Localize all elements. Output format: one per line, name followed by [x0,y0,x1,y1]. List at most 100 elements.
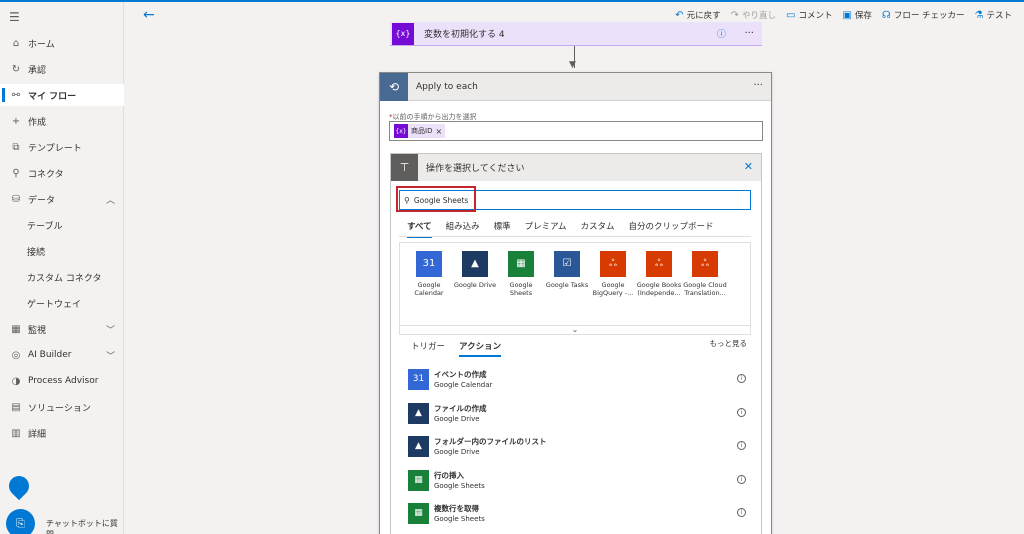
see-more-link[interactable]: もっと見る [710,338,748,349]
choose-operation-panel: ⊤ 操作を選択してください ✕ ⚲ すべて 組み込み 標準 プレミアム カスタム… [390,153,762,534]
connector-label: Google Cloud [683,281,727,289]
toolbar: ↶ 元に戻す ↷ やり直し ▭ コメント ▣ 保存 ☊ フロー チェッカー ⚗ テスト [675,9,1012,22]
sidebar-item-label: マイ フロー [28,91,77,102]
flow-checker-button[interactable]: ☊ フロー チェッカー [881,9,965,22]
sidebar-item-label: AI Builder [28,350,72,360]
variable-icon: {x} [392,22,414,45]
hamburger-menu-icon[interactable]: ☰ [9,10,20,24]
sidebar-item-label: テーブル [27,221,63,232]
data-icon: ⛁ [11,193,21,205]
sidebar-item-learn[interactable]: ▥ 詳細 [0,422,124,444]
google-drive-icon: ▲ [408,435,429,457]
google-bigquery-icon: ஃ [600,251,626,277]
sidebar-item-connectors[interactable]: ⚲ コネクタ [0,162,124,184]
google-sheets-icon: ▦ [408,469,429,491]
dynamic-token[interactable]: {x} 商品ID × [394,124,446,138]
connector-google-bigquery[interactable]: ஃ Google BigQuery -... [590,251,636,297]
sidebar-item-process-advisor[interactable]: ◑ Process Advisor [0,370,124,392]
sidebar-item-data[interactable]: ⛁ データ ︿ [0,188,124,210]
template-icon: ⧉ [12,141,20,153]
apply-to-each-header[interactable]: ⟲ Apply to each ··· [380,72,771,101]
connector-google-drive[interactable]: ▲ Google Drive [452,251,498,289]
comment-button[interactable]: ▭ コメント [785,9,832,22]
field-label-text: 以前の手順から出力を選択 [392,113,477,121]
tab-actions[interactable]: アクション [459,340,502,357]
connector-label: Calendar [414,289,444,298]
back-arrow-icon[interactable]: ← [143,7,155,23]
stethoscope-icon: ☊ [881,9,891,21]
expand-connectors-button[interactable]: ⌄ [399,325,751,335]
token-label: 商品ID [411,127,433,135]
info-icon[interactable]: i [737,475,746,484]
sidebar-item-home[interactable]: ⌂ ホーム [0,32,124,54]
action-title: 複数行を取得 [434,504,479,513]
action-title: フォルダー内のファイルのリスト [434,437,547,446]
info-icon[interactable]: i [737,374,746,383]
initialize-variable-card[interactable]: {x} 変数を初期化する 4 ⓘ ··· [390,22,762,46]
connector-google-tasks[interactable]: ☑ Google Tasks [544,251,590,289]
chevron-down-icon[interactable]: ﹀ [106,323,115,336]
connector-google-translation[interactable]: ஃ Google Cloud Translation... [682,251,728,297]
action-item[interactable]: ▦ 複数行を取得 Google Sheets i [408,500,748,526]
sidebar-item-label: カスタム コネクタ [27,273,102,284]
chevron-up-icon[interactable]: ︿ [106,193,115,206]
connector-label: Google Drive [453,281,497,289]
action-title: ファイルの作成 [434,404,487,413]
help-icon[interactable]: ⓘ [717,27,726,40]
monitor-icon: ▦ [11,323,21,335]
flow-designer: ← ↶ 元に戻す ↷ やり直し ▭ コメント ▣ 保存 ☊ フロー チェッカー ⚗ テスト … [124,2,1024,534]
test-button[interactable]: ⚗ テスト [975,9,1012,22]
sidebar-item-create[interactable]: + 作成 [0,110,124,132]
sidebar-item-label: Process Advisor [28,376,99,386]
action-item[interactable]: ▦ 行の挿入 Google Sheets i [408,467,748,493]
sidebar-item-custom-connectors[interactable]: カスタム コネクタ [0,266,124,288]
info-icon[interactable]: i [737,508,746,517]
chatbot-label: チャットボットに質問 [46,519,118,534]
sidebar-item-approvals[interactable]: ↻ 承認 [0,58,124,80]
sidebar-item-tables[interactable]: テーブル [0,214,124,236]
card-title: 変数を初期化する 4 [424,30,505,40]
connector-google-books[interactable]: ஃ Google Books (Independe... [636,251,682,297]
sidebar-item-gateways[interactable]: ゲートウェイ [0,292,124,314]
sidebar-item-ai-builder[interactable]: ◎ AI Builder ﹀ [0,344,124,366]
sidebar-item-connections[interactable]: 接続 [0,240,124,262]
highlight-box [396,186,476,212]
action-item[interactable]: 31 イベントの作成 Google Calendar i [408,366,748,392]
connector-label: Google Books [636,281,682,289]
action-connector: Google Sheets [434,482,485,490]
save-button[interactable]: ▣ 保存 [842,9,871,22]
action-title: 行の挿入 [434,471,464,480]
undo-button[interactable]: ↶ 元に戻す [675,9,720,22]
connector-label: Sheets [509,289,533,298]
action-item[interactable]: ▲ フォルダー内のファイルのリスト Google Drive i [408,433,748,459]
connector-google-sheets[interactable]: ▦ Google Sheets [498,251,544,297]
close-icon[interactable]: × [435,127,442,136]
comment-icon: ▭ [785,9,796,21]
connector-label: Translation... [684,289,726,298]
output-select-field[interactable]: {x} 商品ID × [389,121,763,141]
more-options-icon[interactable]: ··· [753,80,763,91]
action-title: イベントの作成 [434,370,487,379]
arrow-down-icon: ▼ [569,60,576,70]
tab-triggers[interactable]: トリガー [411,340,445,357]
info-icon[interactable]: i [737,408,746,417]
connector-google-calendar[interactable]: 31 Google Calendar [406,251,452,297]
sidebar-item-my-flows[interactable]: ⚯ マイ フロー [0,84,124,106]
sidebar-item-monitor[interactable]: ▦ 監視 ﹀ [0,318,124,340]
google-drive-icon: ▲ [462,251,488,277]
more-options-icon[interactable]: ··· [744,28,754,39]
close-icon[interactable]: ✕ [744,160,753,173]
action-item[interactable]: ▲ ファイルの作成 Google Drive i [408,400,748,426]
sidebar-item-label: ゲートウェイ [27,299,82,310]
chevron-down-icon[interactable]: ﹀ [106,349,115,362]
connector-label: (Independe... [637,289,681,298]
chatbot-button[interactable]: ⎘ [6,509,35,534]
apply-to-each-card: ⟲ Apply to each ··· *以前の手順から出力を選択 {x} 商品… [379,72,772,534]
sidebar-item-templates[interactable]: ⧉ テンプレート [0,136,124,158]
tab-divider [399,236,751,237]
info-icon[interactable]: i [737,441,746,450]
redo-button[interactable]: ↷ やり直し [731,9,776,22]
flow-icon: ⚯ [11,89,21,101]
action-connector: Google Drive [434,415,480,423]
sidebar-item-solutions[interactable]: ▤ ソリューション [0,396,124,418]
